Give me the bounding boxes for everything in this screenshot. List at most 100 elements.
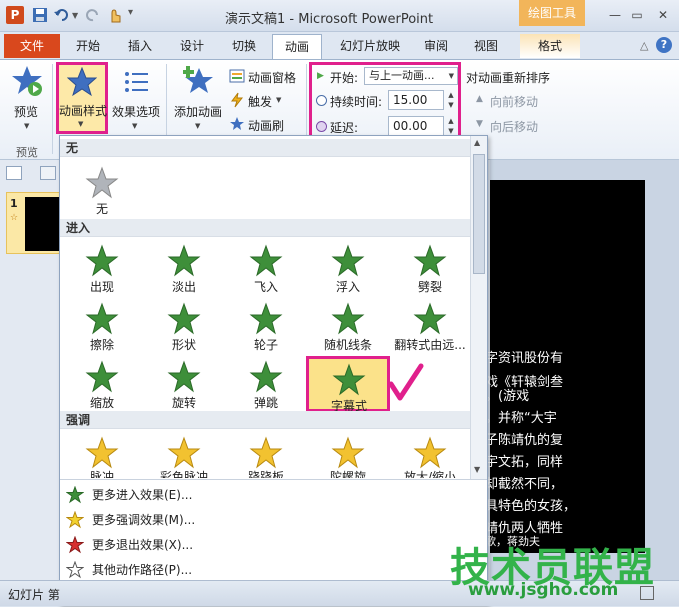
star-yellow-icon bbox=[330, 436, 366, 470]
animation-item-7[interactable]: 形状 bbox=[144, 298, 224, 356]
customize-qat-icon[interactable]: ▾ bbox=[128, 7, 133, 18]
effect-options-button[interactable]: 效果选项 bbox=[112, 103, 160, 120]
animation-item-none[interactable]: 无 bbox=[62, 162, 142, 220]
animation-item-6[interactable]: 擦除 bbox=[62, 298, 142, 356]
emphasis-item-2[interactable]: 彩色脉冲 bbox=[144, 432, 224, 478]
star-green-icon bbox=[330, 302, 366, 336]
star-green-icon bbox=[84, 244, 120, 278]
emphasis-item-5[interactable]: 放大/缩小 bbox=[390, 432, 470, 478]
add-animation-dropdown-icon[interactable]: ▼ bbox=[195, 122, 200, 130]
restore-icon[interactable]: ▭ bbox=[626, 6, 648, 24]
animation-item-4[interactable]: 浮入 bbox=[308, 240, 388, 298]
add-animation-icon[interactable] bbox=[183, 64, 215, 96]
footer-item-label: 其他动作路径(P)... bbox=[92, 562, 193, 577]
ribbon-collapse-icon[interactable]: △ bbox=[640, 39, 648, 52]
animation-item-1[interactable]: 出现 bbox=[62, 240, 142, 298]
tab-home[interactable]: 开始 bbox=[66, 34, 110, 58]
trigger-dropdown-icon[interactable]: ▼ bbox=[276, 96, 281, 104]
star-yellow-icon bbox=[412, 436, 448, 470]
save-icon[interactable] bbox=[31, 6, 49, 24]
tab-review[interactable]: 审阅 bbox=[416, 34, 456, 58]
footer-item-label: 更多强调效果(M)... bbox=[92, 512, 196, 527]
animation-pane-button[interactable]: 动画窗格 bbox=[248, 69, 296, 86]
star-green-icon bbox=[412, 244, 448, 278]
animation-item-3[interactable]: 飞入 bbox=[226, 240, 306, 298]
star-green-icon bbox=[331, 363, 367, 397]
slide-thumbnail-selected[interactable]: 1 ☆ bbox=[6, 192, 60, 254]
tab-transitions[interactable]: 切换 bbox=[222, 34, 266, 58]
title-bar: P ▼ ▾ 演示文稿1 - Microsoft PowerPoint 绘图工具 … bbox=[0, 0, 679, 32]
start-select[interactable]: 与上一动画... ▼ bbox=[364, 67, 458, 85]
slide-thumbnail-image bbox=[25, 197, 59, 251]
delay-input[interactable]: 00.00 bbox=[388, 116, 444, 136]
section-header-entrance: 进入 bbox=[60, 219, 471, 237]
gallery-scrollbar[interactable]: ▲ ▼ bbox=[470, 136, 487, 479]
animation-item-label: 跷跷板 bbox=[247, 470, 284, 478]
trigger-button[interactable]: 触发 bbox=[248, 93, 272, 110]
move-later-button[interactable]: 向后移动 bbox=[490, 118, 538, 135]
animation-item-9[interactable]: 随机线条 bbox=[308, 298, 388, 356]
touch-mode-icon[interactable] bbox=[106, 6, 124, 24]
footer-item-3[interactable]: 更多退出效果(X)... bbox=[66, 532, 193, 556]
emphasis-item-4[interactable]: 陀螺旋 bbox=[308, 432, 388, 478]
emphasis-item-3[interactable]: 跷跷板 bbox=[226, 432, 306, 478]
preview-button[interactable]: 预览 bbox=[14, 103, 38, 120]
effect-options-icon[interactable] bbox=[122, 68, 150, 96]
move-earlier-button[interactable]: 向前移动 bbox=[490, 93, 538, 110]
animation-item-14[interactable]: 字幕式 bbox=[306, 356, 390, 413]
animation-styles-button[interactable]: 动画样式 ▼ bbox=[56, 62, 108, 134]
animation-item-2[interactable]: 淡出 bbox=[144, 240, 224, 298]
undo-dropdown-icon[interactable]: ▼ bbox=[72, 11, 78, 20]
delay-spinner[interactable]: ▲ ▼ bbox=[445, 116, 457, 136]
star-yellow-icon bbox=[166, 436, 202, 470]
animation-item-10[interactable]: 翻转式由远... bbox=[390, 298, 470, 356]
footer-item-1[interactable]: 更多进入效果(E)... bbox=[66, 482, 192, 506]
redo-icon[interactable] bbox=[84, 6, 102, 24]
close-icon[interactable]: ✕ bbox=[652, 6, 674, 24]
tab-design[interactable]: 设计 bbox=[170, 34, 214, 58]
window-title: 演示文稿1 - Microsoft PowerPoint bbox=[225, 12, 434, 27]
tab-slideshow[interactable]: 幻灯片放映 bbox=[330, 34, 410, 58]
contextual-tab-drawing-tools: 绘图工具 bbox=[519, 0, 585, 26]
animation-item-8[interactable]: 轮子 bbox=[226, 298, 306, 356]
duration-input[interactable]: 15.00 bbox=[388, 90, 444, 110]
tab-format[interactable]: 格式 bbox=[520, 34, 580, 58]
slide-text-line: 具特色的女孩， bbox=[485, 499, 577, 514]
minimize-icon[interactable]: — bbox=[604, 6, 626, 24]
slide-text-line: 却截然不同， bbox=[485, 477, 564, 492]
animation-item-label: 脉冲 bbox=[89, 470, 114, 478]
preview-dropdown-icon[interactable]: ▼ bbox=[24, 122, 29, 130]
animation-item-11[interactable]: 缩放 bbox=[62, 356, 142, 414]
duration-clock-icon bbox=[316, 95, 327, 106]
animation-item-12[interactable]: 旋转 bbox=[144, 356, 224, 414]
tab-view[interactable]: 视图 bbox=[466, 34, 506, 58]
add-animation-button[interactable]: 添加动画 bbox=[174, 103, 222, 120]
reorder-title: 对动画重新排序 bbox=[466, 71, 551, 85]
animation-painter-button[interactable]: 动画刷 bbox=[248, 117, 284, 134]
tab-insert[interactable]: 插入 bbox=[118, 34, 162, 58]
group-title-preview: 预览 bbox=[16, 146, 38, 159]
tab-animations[interactable]: 动画 bbox=[272, 34, 322, 61]
tab-file[interactable]: 文件 bbox=[4, 34, 60, 58]
emphasis-item-1[interactable]: 脉冲 bbox=[62, 432, 142, 478]
undo-icon[interactable] bbox=[53, 6, 71, 24]
animation-item-5[interactable]: 劈裂 bbox=[390, 240, 470, 298]
animation-star-icon bbox=[67, 67, 97, 97]
duration-spinner[interactable]: ▲ ▼ bbox=[445, 90, 457, 110]
chevron-down-icon: ▼ bbox=[448, 72, 454, 80]
footer-item-2[interactable]: 更多强调效果(M)... bbox=[66, 507, 195, 531]
preview-icon[interactable] bbox=[10, 64, 44, 98]
star-yellow-icon bbox=[84, 436, 120, 470]
slides-tab-icon[interactable] bbox=[6, 166, 22, 180]
effect-options-dropdown-icon[interactable]: ▼ bbox=[132, 122, 137, 130]
star-green-icon bbox=[166, 244, 202, 278]
footer-item-4[interactable]: 其他动作路径(P)... bbox=[66, 557, 192, 581]
scroll-up-icon[interactable]: ▲ bbox=[474, 138, 480, 147]
scroll-thumb[interactable] bbox=[473, 154, 485, 274]
help-icon[interactable]: ? bbox=[656, 37, 672, 53]
outline-tab-icon[interactable] bbox=[40, 166, 56, 180]
animation-item-13[interactable]: 弹跳 bbox=[226, 356, 306, 414]
section-header-emphasis: 强调 bbox=[60, 411, 471, 429]
powerpoint-app-icon[interactable]: P bbox=[6, 6, 24, 24]
scroll-down-icon[interactable]: ▼ bbox=[474, 465, 480, 474]
